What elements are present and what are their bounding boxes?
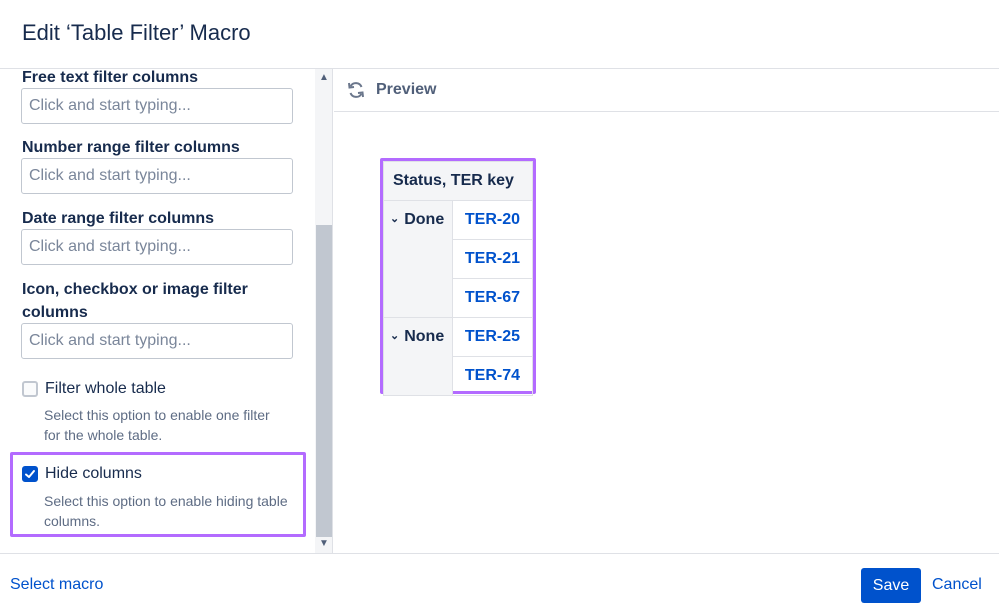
filter-whole-table-label: Filter whole table bbox=[45, 380, 166, 397]
table-row: ⌄ None TER-25 bbox=[383, 317, 534, 396]
number-range-filter-input[interactable] bbox=[21, 158, 293, 194]
preview-label: Preview bbox=[376, 81, 437, 98]
save-button[interactable]: Save bbox=[861, 568, 921, 603]
preview-header: Preview bbox=[334, 69, 999, 112]
table-header-cell: Status, TER key bbox=[383, 161, 533, 201]
icon-checkbox-image-filter-input[interactable] bbox=[21, 323, 293, 359]
refresh-icon[interactable] bbox=[346, 80, 366, 100]
group-cell-done[interactable]: ⌄ Done bbox=[383, 200, 453, 318]
date-range-filter-label: Date range filter columns bbox=[22, 210, 215, 227]
filter-whole-table-description: Select this option to enable one filter … bbox=[44, 407, 270, 443]
dialog-title: Edit ‘Table Filter’ Macro bbox=[22, 20, 251, 45]
table-header-row: Status, TER key bbox=[383, 161, 533, 201]
free-text-filter-input[interactable] bbox=[21, 88, 293, 124]
icon-checkbox-image-filter-label: Icon, checkbox or image filter columns bbox=[22, 281, 248, 321]
select-macro-link[interactable]: Select macro bbox=[10, 576, 103, 594]
dialog-header: Edit ‘Table Filter’ Macro bbox=[0, 0, 999, 69]
scroll-up-arrow-icon[interactable]: ▲ bbox=[318, 72, 330, 84]
table-row: ⌄ Done TER-20 bbox=[383, 200, 534, 318]
chevron-down-icon[interactable]: ⌄ bbox=[390, 329, 399, 342]
hide-columns-highlight bbox=[10, 452, 306, 537]
number-range-filter-label: Number range filter columns bbox=[22, 139, 240, 156]
preview-table: Status, TER key ⌄ Done TER-20 TER-21 TER-… bbox=[383, 161, 534, 396]
cancel-button[interactable]: Cancel bbox=[932, 576, 982, 594]
filter-whole-table-option[interactable]: Filter whole table bbox=[22, 379, 166, 399]
parameters-scrollbar[interactable]: ▲ ▼ bbox=[315, 69, 333, 553]
chevron-down-icon[interactable]: ⌄ bbox=[390, 212, 399, 225]
dialog-footer: Select macro Save Cancel bbox=[0, 553, 999, 610]
issue-key-link[interactable]: TER-25 bbox=[451, 317, 534, 357]
issue-key-link[interactable]: TER-67 bbox=[451, 278, 534, 318]
scroll-down-arrow-icon[interactable]: ▼ bbox=[318, 538, 330, 550]
group-label: Done bbox=[404, 211, 445, 228]
issue-key-link[interactable]: TER-21 bbox=[451, 239, 534, 279]
scrollbar-thumb[interactable] bbox=[316, 225, 332, 537]
group-cell-none[interactable]: ⌄ None bbox=[383, 317, 453, 396]
issue-key-link[interactable]: TER-20 bbox=[451, 200, 534, 240]
preview-area: Status, TER key ⌄ Done TER-20 TER-21 TER-… bbox=[334, 112, 999, 553]
date-range-filter-input[interactable] bbox=[21, 229, 293, 265]
filter-whole-table-checkbox[interactable] bbox=[22, 381, 38, 397]
issue-key-link[interactable]: TER-74 bbox=[451, 356, 534, 396]
group-label: None bbox=[404, 328, 445, 345]
free-text-filter-label: Free text filter columns bbox=[22, 69, 199, 86]
preview-table-highlight: Status, TER key ⌄ Done TER-20 TER-21 TER-… bbox=[380, 158, 536, 396]
